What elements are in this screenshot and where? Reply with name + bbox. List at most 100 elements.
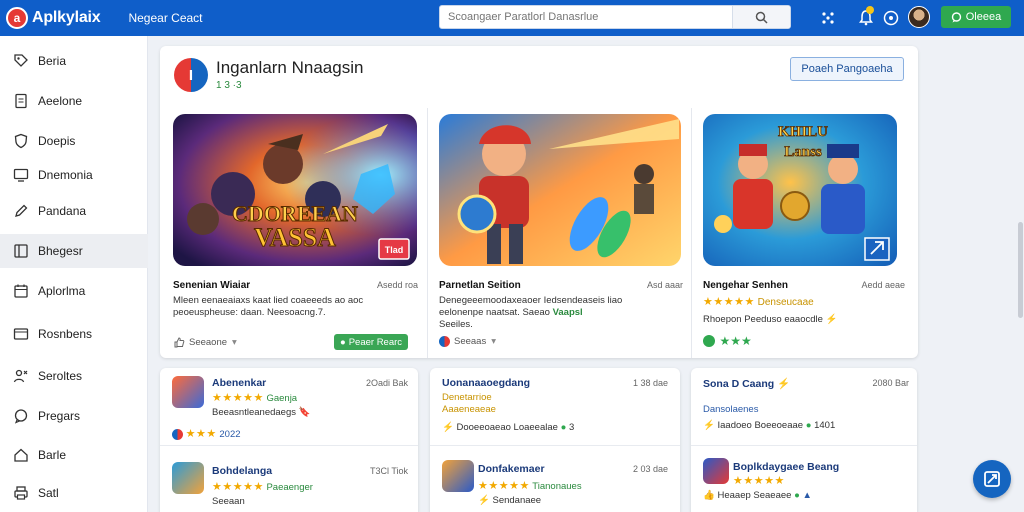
list-item[interactable]: Sona D Caang ⚡ 2080 Bar Dansolaenes ⚡ Ia…	[703, 376, 909, 436]
item-title: Donfakemaer	[478, 463, 545, 475]
sidebar-item-doepis[interactable]: Doepis	[0, 124, 148, 158]
game-title[interactable]: Senenian Wiaiar	[173, 280, 250, 291]
search-button[interactable]	[732, 6, 790, 28]
game-art-badge: Tlad	[385, 245, 404, 255]
list-card: Sona D Caang ⚡ 2080 Bar Dansolaenes ⚡ Ia…	[691, 368, 917, 512]
sidebar-item-label: Aeelone	[38, 94, 83, 108]
app-icon	[442, 460, 474, 492]
sidebar-item-label: Satl	[38, 486, 59, 500]
rating-stars: ★★★★★	[733, 475, 785, 487]
item-tag: Aaaeneaeae	[442, 404, 496, 415]
sidebar-item-aeelone[interactable]: Aeelone	[0, 84, 148, 118]
game-footer: Seeaone ▾	[173, 336, 237, 348]
app-icon	[703, 458, 729, 484]
sidebar-item-bhegesr[interactable]: Bhegesr	[0, 234, 148, 268]
rating-stars: ★★★★★	[212, 392, 264, 404]
item-line: Sendanaee	[492, 495, 542, 506]
section-subtitle: 1 3 ·3	[216, 80, 242, 91]
sidebar-item-rosnbens[interactable]: Rosnbens	[0, 317, 148, 351]
printer-icon	[12, 484, 30, 502]
sidebar-item-label: Doepis	[38, 134, 76, 148]
item-meta: 2080 Bar	[872, 378, 909, 388]
search-icon	[755, 11, 768, 24]
item-line: Beeasntleanedaegs	[212, 407, 296, 418]
search-input[interactable]	[440, 7, 732, 27]
item-meta: T3Cl Tiok	[369, 466, 408, 476]
item-title: Uonanaaoegdang	[442, 377, 531, 389]
game-card[interactable]: Parnetlan Seition Asd aaar Denegeeemooda…	[439, 104, 683, 356]
divider	[427, 108, 428, 358]
sidebar-item-label: Dnemonia	[38, 168, 93, 182]
featured-panel: I Inganlarn Nnaagsin 1 3 ·3 Poaeh Pangoa…	[160, 46, 918, 358]
cta-button[interactable]: Oleeea	[941, 6, 1011, 28]
item-tag: Paeaenger	[266, 482, 313, 493]
item-line: Dooeeoaeao Loaeealae	[456, 422, 558, 433]
rating-stars: ★★★★★	[212, 481, 264, 493]
item-title: Bohdelanga	[212, 465, 273, 477]
app-icon	[172, 462, 204, 494]
scrollbar[interactable]	[1018, 222, 1023, 318]
sidebar-item-label: Rosnbens	[38, 327, 93, 341]
calendar-icon	[12, 282, 30, 300]
sidebar-item-beria[interactable]: Beria	[0, 44, 148, 78]
app-logo[interactable]: a Aplkylaix	[6, 7, 101, 29]
section-action-button[interactable]: Poaeh Pangoaeha	[790, 57, 904, 81]
game-image[interactable]: KHILU Lanss	[703, 114, 897, 266]
nav-link[interactable]: Negear Ceact	[128, 11, 202, 25]
divider	[160, 445, 418, 446]
sidebar-item-label: Bhegesr	[38, 244, 83, 258]
game-card[interactable]: CDOREEAN VASSA Tlad Senenian Wiaiar Ased…	[173, 104, 418, 356]
pencil-icon	[12, 202, 30, 220]
brand-icon	[172, 428, 183, 440]
chevron-down-icon[interactable]: ▾	[491, 336, 496, 347]
sidebar-item-seroltes[interactable]: Seroltes	[0, 359, 148, 393]
game-card[interactable]: KHILU Lanss Nengehar Senhen Aedd aeae ★★…	[703, 104, 905, 356]
chevron-down-icon[interactable]: ▾	[232, 337, 237, 348]
item-title: Sona D Caang ⚡	[703, 378, 791, 390]
list-item[interactable]: Boplkdaygaee Beang ★★★★★ 👍 Heaaep Seaeae…	[703, 458, 909, 512]
sidebar-item-label: Barle	[38, 448, 67, 462]
tag-icon	[12, 52, 30, 70]
sidebar-item-satl[interactable]: Satl	[0, 476, 148, 510]
green-stars: ★★★	[719, 334, 752, 348]
apps-icon[interactable]	[818, 8, 838, 28]
game-image[interactable]	[439, 114, 681, 266]
install-button[interactable]: ● Peaer Rearc	[334, 334, 408, 350]
sidebar-item-barle[interactable]: Barle	[0, 438, 148, 472]
game-art-subtitle: VASSA	[254, 223, 336, 252]
item-line: Seeaan	[212, 496, 245, 507]
sidebar-item-label: Pandana	[38, 204, 87, 218]
list-item[interactable]: Donfakemaer 2 03 dae ★★★★★ Tianonaues ⚡ …	[442, 460, 668, 512]
sidebar-item-aplorlma[interactable]: Aplorlma	[0, 274, 148, 308]
item-line: Dansolaenes	[703, 404, 759, 415]
shield-icon	[12, 132, 30, 150]
rating-stars: ★★★★★	[478, 480, 530, 492]
users-icon	[12, 367, 30, 385]
list-item[interactable]: Abenenkar 2Oadi Bak ★★★★★ Gaenja Beeasnt…	[172, 376, 408, 440]
avatar[interactable]	[908, 6, 930, 28]
game-title[interactable]: Parnetlan Seition	[439, 280, 521, 291]
item-meta: 2 03 dae	[632, 464, 668, 474]
sidebar-item-dnemonia[interactable]: Dnemonia	[0, 158, 148, 192]
item-tag: Tianonaues	[532, 481, 582, 492]
item-line: Iaadoeo Boeeoeaae	[717, 420, 804, 431]
document-icon	[12, 92, 30, 110]
notification-dot	[866, 6, 874, 14]
game-image[interactable]: CDOREEAN VASSA Tlad	[173, 114, 417, 266]
floating-action-button[interactable]	[973, 460, 1011, 498]
game-description: Rhoepon Peeduso eaaocdle ⚡	[703, 314, 838, 325]
book-icon	[12, 242, 30, 260]
app-icon	[172, 376, 204, 408]
game-meta: Aedd aeae	[861, 280, 905, 290]
list-card: Uonanaaoegdang 1 38 dae Denetarrioe Aaae…	[430, 368, 680, 512]
sidebar-item-pandana[interactable]: Pandana	[0, 194, 148, 228]
game-title[interactable]: Nengehar Senhen	[703, 280, 788, 291]
sidebar-item-pregars[interactable]: Pregars	[0, 399, 148, 433]
list-item[interactable]: Bohdelanga T3Cl Tiok ★★★★★ Paeaenger See…	[172, 462, 408, 512]
sidebar-item-label: Beria	[38, 54, 67, 68]
messages-icon[interactable]	[881, 8, 901, 28]
game-meta: Asedd roa	[376, 280, 418, 290]
item-title: Abenenkar	[212, 377, 267, 389]
sidebar-item-label: Aplorlma	[38, 284, 86, 298]
list-item[interactable]: Uonanaaoegdang 1 38 dae Denetarrioe Aaae…	[442, 376, 668, 436]
